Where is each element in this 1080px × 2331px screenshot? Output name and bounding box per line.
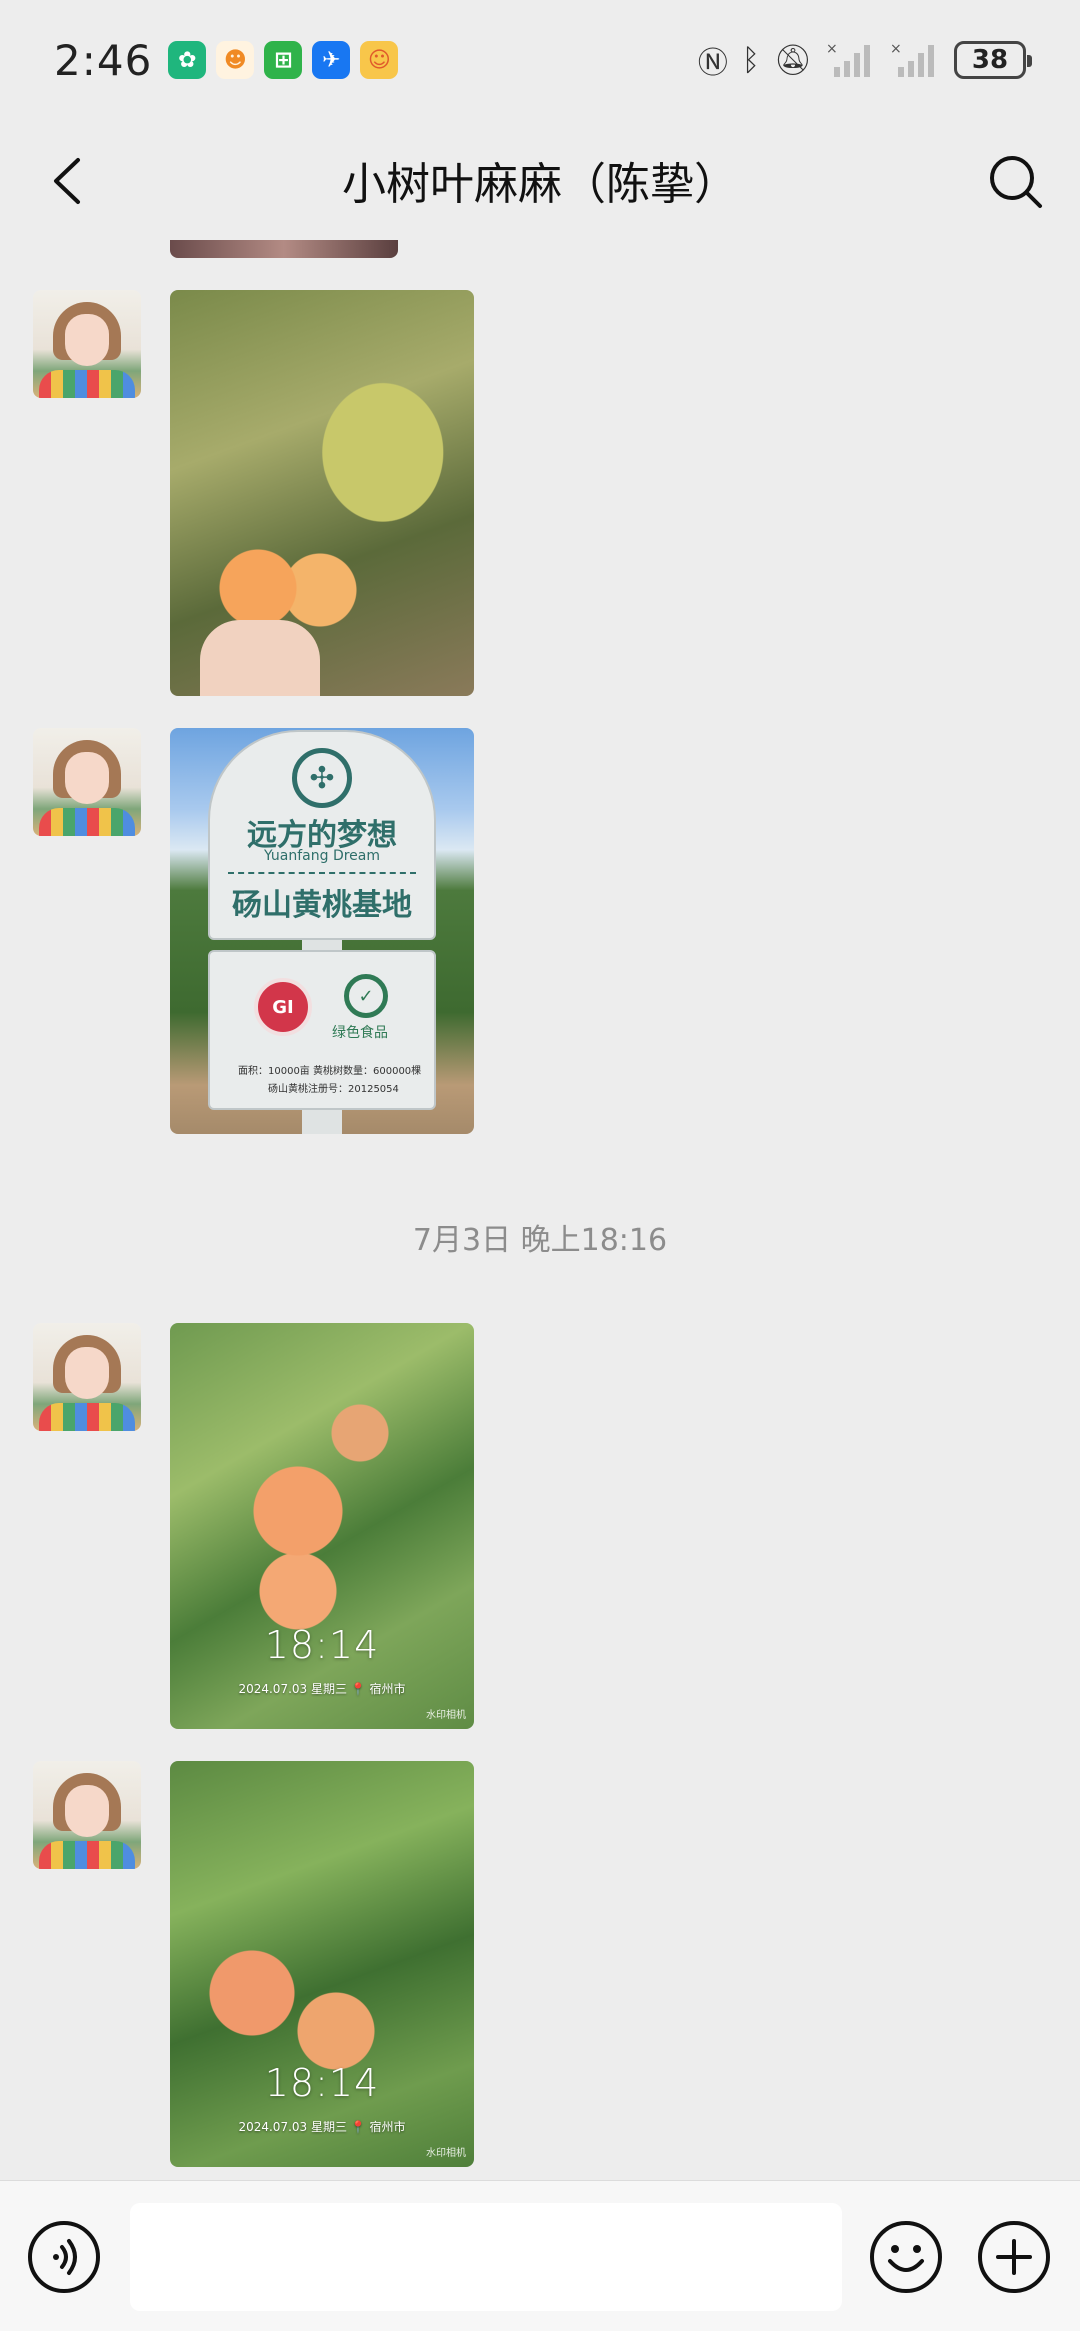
- photo-stamp-time: 18:14: [264, 2061, 380, 2105]
- search-button[interactable]: [980, 146, 1050, 216]
- app-icon-orange: ☻: [216, 41, 255, 79]
- photo-stamp-info: 2024.07.03 星期三 📍 宿州市: [238, 1682, 406, 1696]
- chat-timestamp: 7月3日 晚上18:16: [412, 1223, 668, 1258]
- avatar[interactable]: [33, 728, 141, 836]
- image-message-peach-tree-2[interactable]: 18:14 2024.07.03 星期三 📍 宿州市 水印相机: [170, 1761, 474, 2167]
- sign-line-2: Yuanfang Dream: [263, 848, 381, 864]
- chevron-left-icon: [54, 158, 80, 204]
- photo-stamp-time: 18:14: [264, 1623, 380, 1667]
- battery-level: 38: [971, 45, 1009, 75]
- image-message-orchard-sign[interactable]: ✣ 远方的梦想 Yuanfang Dream 砀山黄桃基地 GI ✓ 绿色食品 …: [170, 728, 474, 1134]
- status-time: 2:46: [54, 35, 153, 85]
- signal-icon: ×: [826, 41, 870, 77]
- gi-badge: GI: [254, 978, 312, 1036]
- mute-icon: 🔕︎: [773, 42, 812, 78]
- voice-icon: [28, 2221, 100, 2293]
- svg-text:×: ×: [826, 41, 838, 57]
- status-bar: 2:46 ✿ ☻ ⊞ ✈ ☺ Ⓝ ᛒ 🔕︎ × × 38: [0, 0, 1080, 120]
- sign-small-line-1: 面积：10000亩 黄桃树数量：600000棵: [238, 1066, 422, 1077]
- photo-stamp-info: 2024.07.03 星期三 📍 宿州市: [238, 2120, 406, 2134]
- app-icon-green-2: ⊞: [264, 41, 303, 79]
- plus-icon: [978, 2221, 1050, 2293]
- nfc-icon: Ⓝ: [697, 46, 728, 81]
- more-button[interactable]: [976, 2219, 1052, 2295]
- chat-area[interactable]: ✣ 远方的梦想 Yuanfang Dream 砀山黄桃基地 GI ✓ 绿色食品 …: [0, 240, 1080, 2180]
- previous-image-partial[interactable]: [170, 240, 398, 258]
- green-food-icon: ✓: [344, 974, 388, 1018]
- app-icon-green: ✿: [168, 41, 207, 79]
- leaf-logo-icon: ✣: [292, 748, 352, 808]
- notification-icons: ✿ ☻ ⊞ ✈ ☺: [168, 41, 399, 79]
- photo-watermark: 水印相机: [426, 2148, 466, 2159]
- signal-icon-2: ×: [890, 41, 934, 77]
- back-button[interactable]: [36, 146, 106, 216]
- photo-watermark: 水印相机: [426, 1710, 466, 1721]
- input-bar: [0, 2180, 1080, 2331]
- voice-button[interactable]: [26, 2219, 102, 2295]
- svg-text:×: ×: [890, 41, 902, 57]
- avatar[interactable]: [33, 290, 141, 398]
- emoji-button[interactable]: [868, 2219, 944, 2295]
- battery-icon: 38: [954, 41, 1032, 79]
- chat-header: 小树叶麻麻（陈挚）: [0, 120, 1080, 240]
- sign-small-line-2: 砀山黄桃注册号：20125054: [268, 1084, 399, 1095]
- bluetooth-icon: ᛒ: [741, 42, 760, 78]
- chat-title: 小树叶麻麻（陈挚）: [342, 159, 738, 210]
- emoji-icon: [870, 2221, 942, 2293]
- sign-line-3: 砀山黄桃基地: [232, 888, 412, 923]
- avatar[interactable]: [33, 1761, 141, 1869]
- app-icon-blue: ✈: [312, 41, 351, 79]
- image-message-peach-tree-1[interactable]: 18:14 2024.07.03 星期三 📍 宿州市 水印相机: [170, 1323, 474, 1729]
- green-food-label: 绿色食品: [332, 1025, 388, 1041]
- search-icon: [990, 156, 1042, 208]
- app-icon-yellow: ☺: [360, 41, 399, 79]
- system-status: Ⓝ ᛒ 🔕︎ × × 38: [697, 38, 1032, 82]
- message-input[interactable]: [130, 2203, 842, 2311]
- avatar[interactable]: [33, 1323, 141, 1431]
- orchard-sign: ✣ 远方的梦想 Yuanfang Dream 砀山黄桃基地 GI ✓ 绿色食品 …: [208, 728, 436, 1134]
- image-message-peach-branch[interactable]: [170, 290, 474, 696]
